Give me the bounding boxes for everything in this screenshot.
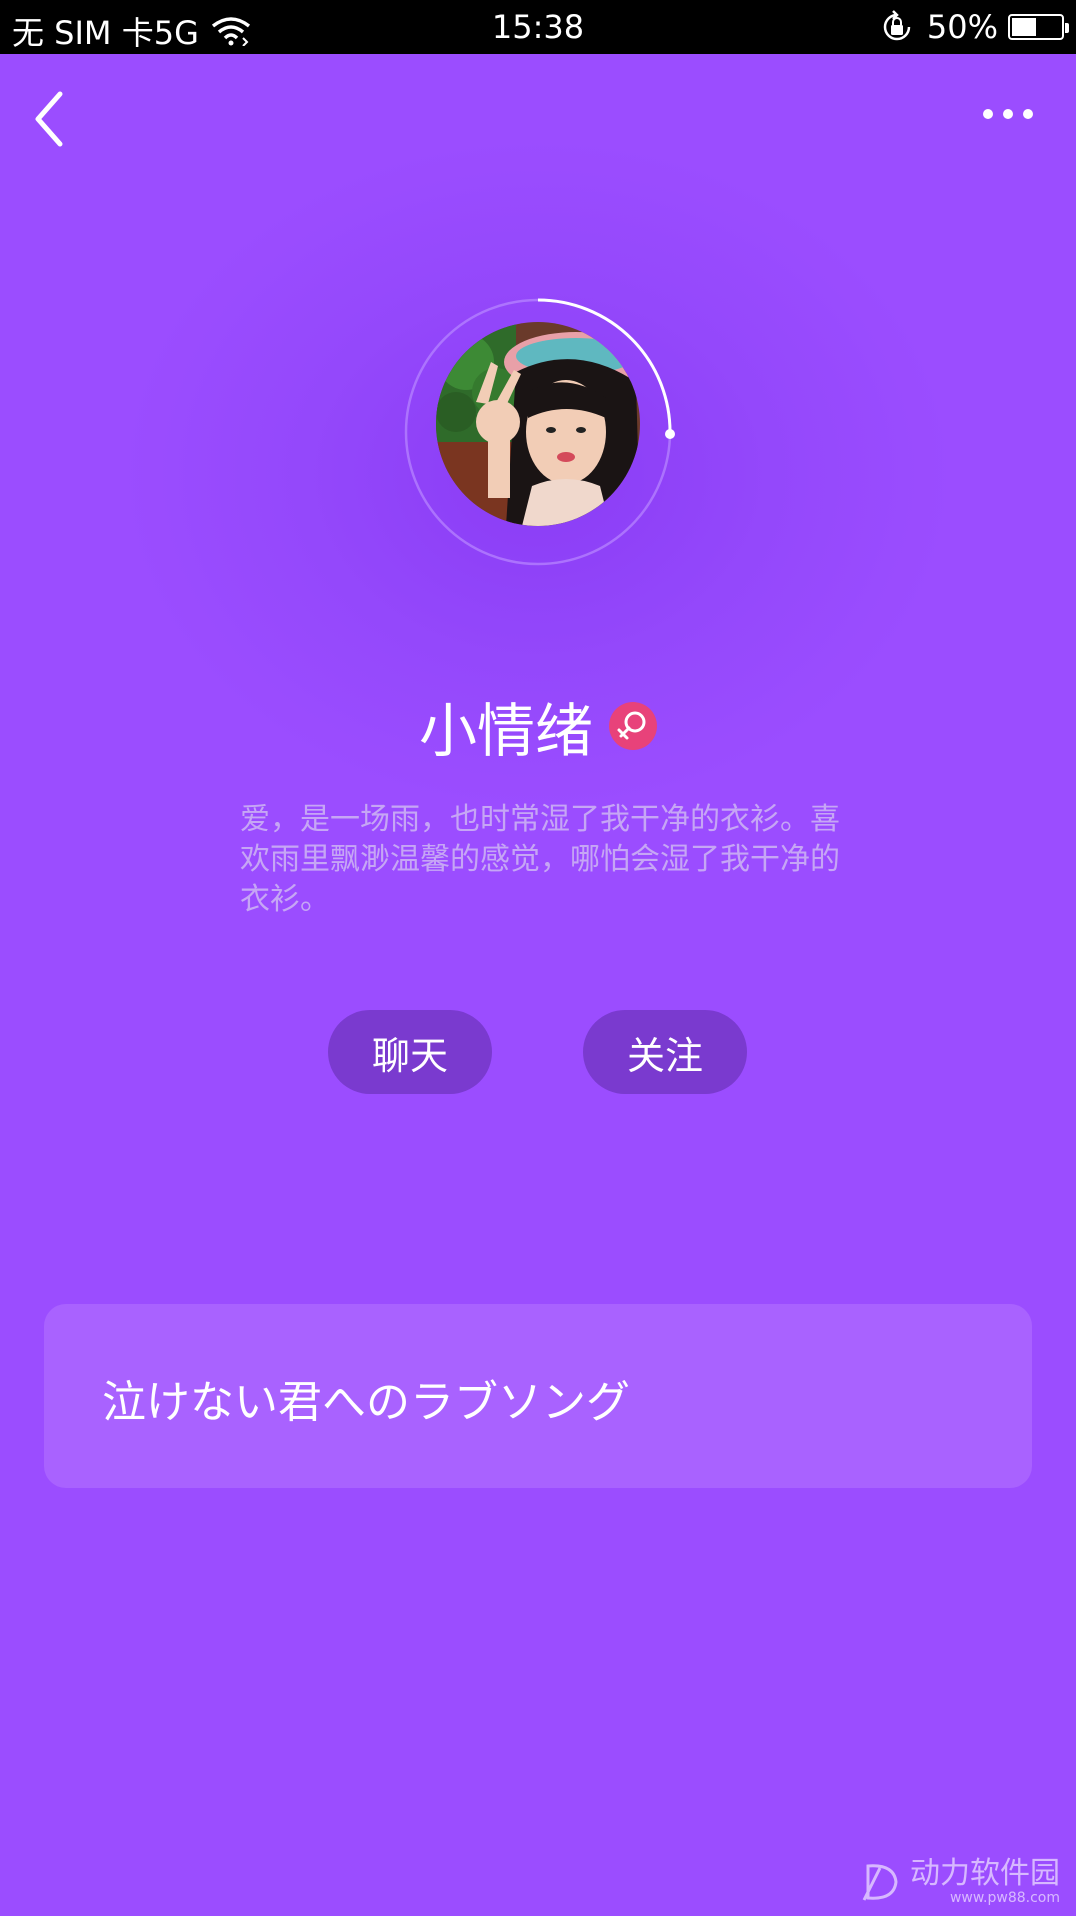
song-card[interactable]: 泣けない君へのラブソング [44,1304,1032,1488]
watermark-title: 动力软件园 [910,1856,1060,1891]
battery-fill [1012,18,1036,36]
watermark-logo-icon [862,1864,898,1901]
follow-button[interactable]: 关注 [583,1010,747,1094]
profile-bio: 爱，是一场雨，也时常湿了我干净的衣衫。喜欢雨里飘渺温馨的感觉，哪怕会湿了我干净的… [240,802,840,917]
status-right: 50% [879,8,1069,46]
avatar[interactable] [436,322,640,526]
profile-name: 小情绪 [418,697,593,765]
chat-button[interactable]: 聊天 [328,1010,492,1094]
watermark-text: 动力软件园 www.pw88.com [910,1856,1060,1907]
profile-screen: 小情绪 爱，是一场雨，也时常湿了我干净的衣衫。喜欢雨里飘渺温馨的感觉，哪怕会湿了… [0,54,1076,1916]
watermark-url: www.pw88.com [949,1890,1060,1906]
female-icon [609,702,657,750]
status-bar: 无 SIM 卡5G 15:38 50% [0,0,1076,54]
battery-percent: 50% [926,8,998,46]
more-button[interactable] [970,94,1050,134]
name-row: 小情绪 [0,684,1076,768]
song-title: 泣けない君へのラブソング [102,1377,630,1428]
back-button[interactable] [22,84,82,154]
rotation-lock-icon [883,10,911,41]
watermark: 动力软件园 www.pw88.com [858,1858,1060,1906]
avatar-photo [436,322,640,526]
battery-icon [1008,14,1069,40]
